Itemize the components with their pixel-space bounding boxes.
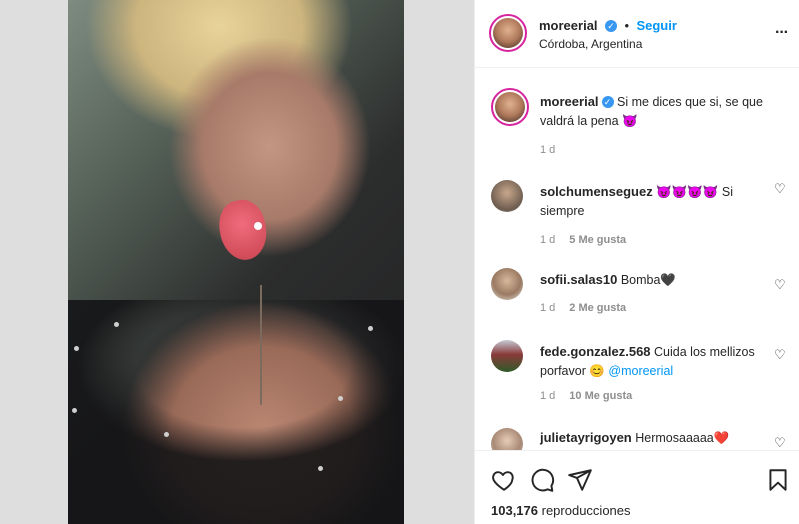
comment-meta: 1 d 2 Me gusta — [540, 302, 626, 314]
follow-button[interactable]: Seguir — [636, 18, 676, 33]
post-header: moreerial ✓ • Seguir Córdoba, Argentina … — [475, 0, 799, 68]
comment-time[interactable]: 1 d — [540, 302, 555, 314]
caption-text-block: moreerial ✓ Si me dices que si, se que va… — [540, 92, 780, 131]
post-photo[interactable] — [68, 0, 404, 524]
comment-item: fede.gonzalez.568 Cuida los mellizos por… — [491, 340, 791, 410]
comment-likes[interactable]: 10 Me gusta — [569, 390, 632, 402]
comment-like-icon[interactable]: ♡ — [774, 278, 787, 291]
comment-item: solchumenseguez 😈😈😈😈 Si siempre ♡ 1 d 5 M… — [491, 180, 791, 250]
comment-username[interactable]: julietayrigoyen — [540, 430, 632, 445]
bookmark-icon[interactable] — [765, 467, 791, 493]
location-link[interactable]: Córdoba, Argentina — [539, 37, 642, 51]
photo-detail — [164, 432, 169, 437]
verified-icon: ✓ — [601, 96, 614, 108]
caption: moreerial ✓ Si me dices que si, se que va… — [491, 88, 791, 158]
photo-detail — [368, 326, 373, 331]
paper-plane-icon[interactable] — [567, 467, 593, 493]
comment-avatar[interactable] — [491, 428, 523, 450]
comment-username[interactable]: sofii.salas10 — [540, 272, 617, 287]
comment-time[interactable]: 1 d — [540, 390, 555, 402]
comment-meta: 1 d 5 Me gusta — [540, 234, 626, 246]
views-count[interactable]: 103,176 reproducciones — [491, 503, 631, 518]
comment-avatar[interactable] — [491, 180, 523, 212]
media-pane — [0, 0, 474, 524]
comment-likes[interactable]: 2 Me gusta — [569, 302, 626, 314]
comment-text: Bomba🖤 — [620, 273, 676, 287]
photo-detail — [338, 396, 343, 401]
verified-icon: ✓ — [605, 20, 617, 32]
header-user-line: moreerial ✓ • Seguir — [539, 17, 677, 35]
photo-detail — [318, 466, 323, 471]
photo-detail — [114, 322, 119, 327]
comment-time[interactable]: 1 d — [540, 234, 555, 246]
comment-avatar[interactable] — [491, 340, 523, 372]
comment-body: sofii.salas10 Bomba🖤 — [540, 270, 766, 290]
header-username[interactable]: moreerial — [539, 18, 598, 33]
comment-avatar[interactable] — [491, 268, 523, 300]
more-options-icon[interactable]: ··· — [775, 24, 789, 42]
comment-like-icon[interactable]: ♡ — [774, 348, 787, 361]
comment-body: solchumenseguez 😈😈😈😈 Si siempre — [540, 182, 766, 221]
comment-like-icon[interactable]: ♡ — [774, 436, 787, 449]
comment-icon[interactable] — [529, 467, 555, 493]
photo-shadow — [68, 300, 404, 524]
post-details-pane: moreerial ✓ • Seguir Córdoba, Argentina … — [474, 0, 799, 524]
comment-username[interactable]: solchumenseguez — [540, 184, 653, 199]
comment-username[interactable]: fede.gonzalez.568 — [540, 344, 651, 359]
views-number: 103,176 — [491, 503, 538, 518]
post-actions-bar: 103,176 reproducciones — [475, 450, 799, 524]
comment-text: Hermosaaaaa❤️ — [635, 431, 730, 445]
comment-body: julietayrigoyen Hermosaaaaa❤️ ❤️❤️ — [540, 428, 766, 450]
comment-meta: 1 d 10 Me gusta — [540, 390, 632, 402]
comment-likes[interactable]: 5 Me gusta — [569, 234, 626, 246]
views-label: reproducciones — [541, 503, 631, 518]
heart-icon[interactable] — [491, 467, 517, 493]
caption-avatar[interactable] — [491, 88, 529, 126]
photo-detail — [72, 408, 77, 413]
photo-detail — [215, 196, 271, 264]
separator: • — [624, 18, 630, 33]
caption-time[interactable]: 1 d — [540, 144, 555, 156]
comment-item: julietayrigoyen Hermosaaaaa❤️ ❤️❤️ ♡ — [491, 428, 791, 450]
photo-detail — [74, 346, 79, 351]
caption-username[interactable]: moreerial — [540, 94, 599, 109]
photo-detail — [254, 222, 262, 230]
comment-mention-link[interactable]: @moreerial — [608, 364, 673, 378]
comment-body: fede.gonzalez.568 Cuida los mellizos por… — [540, 342, 766, 381]
comment-item: sofii.salas10 Bomba🖤 ♡ 1 d 2 Me gusta — [491, 268, 791, 318]
comment-like-icon[interactable]: ♡ — [774, 182, 787, 195]
photo-detail — [260, 285, 262, 405]
avatar[interactable] — [489, 14, 527, 52]
